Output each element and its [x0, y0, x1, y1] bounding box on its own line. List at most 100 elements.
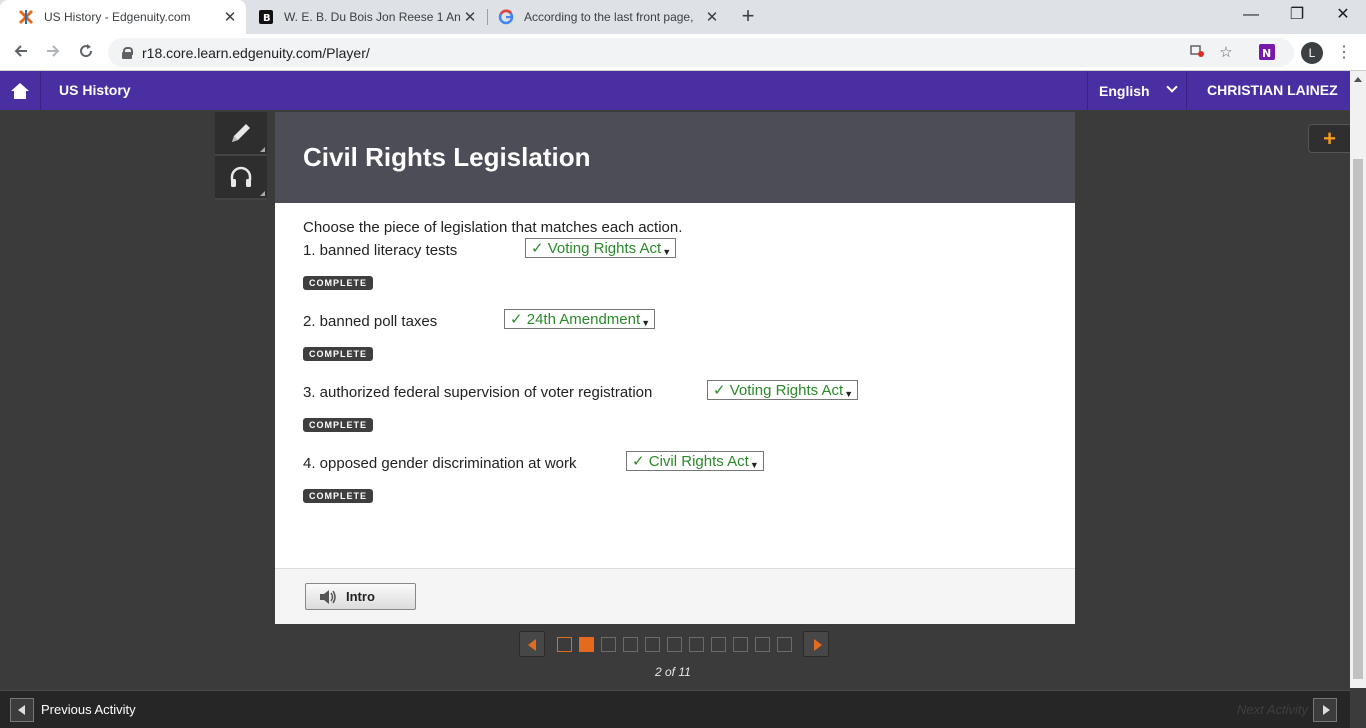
dropdown-arrow-icon: ▼	[749, 460, 759, 470]
page-square-8[interactable]	[711, 637, 726, 652]
question-4-answer-select[interactable]: ✓ Civil Rights Act ▼	[626, 451, 764, 471]
scrollbar-thumb[interactable]	[1353, 159, 1363, 679]
page-square-4[interactable]	[623, 637, 638, 652]
question-1-answer-select[interactable]: ✓ Voting Rights Act ▼	[525, 238, 677, 258]
question-3-text: 3. authorized federal supervision of vot…	[303, 384, 653, 401]
activity-title: Civil Rights Legislation	[303, 142, 591, 172]
browser-tab-bar: US History - Edgenuity.com ✕ B W. E. B. …	[0, 0, 1366, 34]
question-3-answer-select[interactable]: ✓ Voting Rights Act ▼	[707, 380, 859, 400]
page-square-2[interactable]	[579, 637, 594, 652]
user-name[interactable]: CHRISTIAN LAINEZ	[1207, 71, 1338, 110]
page-count: 2 of 11	[655, 665, 691, 679]
new-tab-icon[interactable]: +	[736, 4, 760, 30]
complete-badge: COMPLETE	[303, 418, 373, 432]
selected-answer: ✓ Civil Rights Act	[632, 453, 749, 470]
browser-toolbar: r18.core.learn.edgenuity.com/Player/ ☆ N…	[0, 34, 1366, 71]
complete-badge: COMPLETE	[303, 347, 373, 361]
page-square-6[interactable]	[667, 637, 682, 652]
page-square-10[interactable]	[755, 637, 770, 652]
browser-menu-icon[interactable]: ⋮	[1334, 40, 1354, 66]
complete-badge: COMPLETE	[303, 276, 373, 290]
browser-tab-google[interactable]: According to the last front page, ✕	[488, 0, 728, 34]
headphones-icon	[230, 166, 252, 187]
side-tools	[215, 112, 267, 202]
question-1-text: 1. banned literacy tests	[303, 242, 458, 259]
selected-answer: ✓ 24th Amendment	[510, 311, 641, 328]
previous-activity-button[interactable]	[10, 698, 34, 722]
activity-header: Civil Rights Legislation	[275, 112, 1075, 203]
pencil-icon	[232, 124, 250, 142]
minimize-icon[interactable]: —	[1228, 0, 1274, 30]
forward-arrow-icon[interactable]	[40, 40, 66, 66]
dropdown-arrow-icon: ▼	[641, 318, 651, 328]
home-button[interactable]	[0, 71, 41, 110]
scroll-up-arrow-icon[interactable]	[1354, 77, 1362, 82]
instructions-text: Choose the piece of legislation that mat…	[303, 219, 683, 236]
page-square-3[interactable]	[601, 637, 616, 652]
triangle-right-icon	[1323, 705, 1330, 715]
complete-badge: COMPLETE	[303, 489, 373, 503]
language-dropdown[interactable]: English	[1087, 71, 1187, 110]
url-text: r18.core.learn.edgenuity.com/Player/	[142, 44, 370, 61]
question-2-text: 2. banned poll taxes	[303, 313, 438, 330]
address-bar[interactable]: r18.core.learn.edgenuity.com/Player/ ☆	[108, 38, 1294, 67]
app-header: US History English CHRISTIAN LAINEZ	[0, 71, 1350, 110]
page-scrollbar[interactable]	[1350, 71, 1366, 688]
bookmark-star-icon[interactable]: ☆	[1215, 42, 1237, 64]
page-square-1[interactable]	[557, 637, 572, 652]
intro-audio-button[interactable]: Intro	[305, 583, 416, 610]
page-square-11[interactable]	[777, 637, 792, 652]
triangle-right-icon	[814, 639, 822, 651]
question-2-answer-select[interactable]: ✓ 24th Amendment ▼	[504, 309, 656, 329]
previous-activity-label[interactable]: Previous Activity	[41, 702, 136, 717]
lock-icon	[122, 46, 133, 59]
activity-nav-bar: Previous Activity Next Activity	[0, 690, 1350, 728]
plus-icon: +	[1323, 126, 1336, 151]
profile-avatar[interactable]: L	[1301, 42, 1323, 64]
home-icon	[11, 82, 29, 99]
next-page-button[interactable]	[803, 631, 829, 657]
reload-icon[interactable]	[73, 40, 99, 66]
question-4-text: 4. opposed gender discrimination at work	[303, 455, 577, 472]
tab-title: US History - Edgenuity.com	[44, 10, 191, 24]
svg-text:B: B	[263, 13, 271, 24]
selected-answer: ✓ Voting Rights Act	[713, 382, 844, 399]
page-square-7[interactable]	[689, 637, 704, 652]
pencil-tool-button[interactable]	[215, 112, 267, 156]
close-tab-icon[interactable]: ✕	[460, 8, 480, 26]
browser-tab-dubois[interactable]: B W. E. B. Du Bois Jon Reese 1 An o ✕	[250, 0, 486, 34]
next-activity-button[interactable]	[1313, 698, 1337, 722]
chevron-down-icon	[1166, 81, 1178, 93]
close-tab-icon[interactable]: ✕	[702, 8, 722, 26]
tab-title: According to the last front page,	[524, 10, 694, 24]
activity-panel: Civil Rights Legislation Choose the piec…	[275, 112, 1075, 624]
page-square-9[interactable]	[733, 637, 748, 652]
activity-footer: Intro	[275, 568, 1075, 624]
close-window-icon[interactable]: ✕	[1320, 0, 1366, 30]
brainly-favicon-icon: B	[258, 9, 274, 25]
edgenuity-favicon-icon	[18, 9, 34, 25]
course-title: US History	[59, 82, 131, 98]
triangle-left-icon	[18, 705, 25, 715]
onenote-extension-icon[interactable]: N	[1257, 42, 1277, 62]
intro-label: Intro	[346, 589, 375, 604]
audio-tool-button[interactable]	[215, 156, 267, 200]
back-arrow-icon[interactable]	[8, 40, 34, 66]
dropdown-arrow-icon: ▼	[662, 247, 672, 257]
next-activity-label: Next Activity	[1237, 702, 1309, 717]
previous-page-button[interactable]	[519, 631, 545, 657]
speaker-icon	[320, 589, 336, 604]
language-label: English	[1099, 82, 1150, 99]
svg-text:N: N	[1262, 47, 1271, 60]
dropdown-arrow-icon: ▼	[844, 389, 854, 399]
selected-answer: ✓ Voting Rights Act	[531, 240, 662, 257]
tab-title: W. E. B. Du Bois Jon Reese 1 An o	[284, 10, 460, 24]
google-favicon-icon	[498, 9, 514, 25]
restore-window-icon[interactable]: ❐	[1274, 0, 1320, 30]
page-square-5[interactable]	[645, 637, 660, 652]
blocked-content-icon[interactable]	[1186, 42, 1208, 64]
browser-tab-edgenuity[interactable]: US History - Edgenuity.com ✕	[0, 0, 246, 34]
triangle-left-icon	[528, 639, 536, 651]
close-tab-icon[interactable]: ✕	[220, 8, 240, 26]
expand-tools-button[interactable]: +	[1308, 124, 1350, 153]
